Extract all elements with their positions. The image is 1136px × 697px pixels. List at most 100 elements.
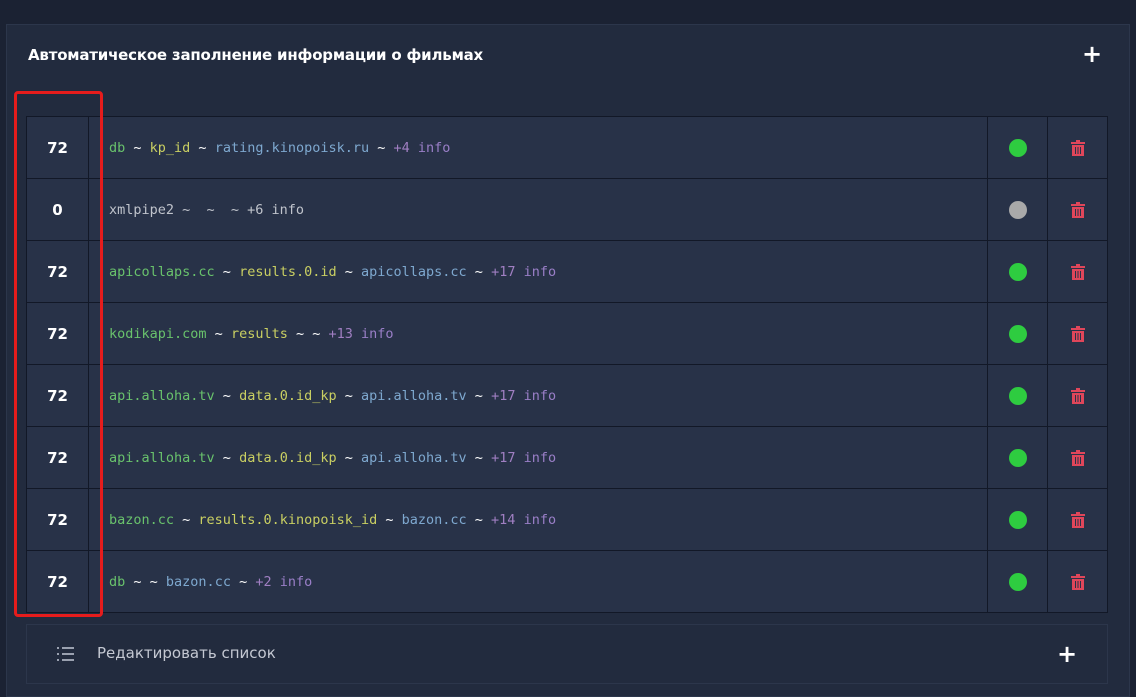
row-description-part: info	[352, 325, 394, 342]
delete-button[interactable]	[1047, 303, 1108, 364]
status-toggle[interactable]	[987, 427, 1048, 488]
trash-icon	[1071, 201, 1085, 218]
status-toggle[interactable]	[987, 303, 1048, 364]
row-description-part: ~	[125, 573, 150, 590]
status-dot-icon	[1009, 572, 1027, 591]
status-toggle[interactable]	[987, 241, 1048, 302]
table-row[interactable]: 72 apicollaps.cc ~ results.0.id ~ apicoll…	[26, 241, 1108, 303]
delete-button[interactable]	[1047, 551, 1108, 612]
row-description-part: +17	[491, 263, 516, 280]
status-dot-icon	[1009, 448, 1027, 467]
row-description-part: api.alloha.tv	[109, 449, 215, 466]
table-row[interactable]: 72 db ~ ~ bazon.cc ~ +2 info	[26, 551, 1108, 613]
trash-icon	[1071, 387, 1085, 404]
status-toggle[interactable]	[987, 179, 1048, 240]
row-description[interactable]: api.alloha.tv ~ data.0.id_kp ~ api.alloh…	[109, 427, 556, 488]
status-dot-icon	[1009, 510, 1027, 529]
status-dot-icon	[1009, 138, 1027, 157]
row-description-part: kodikapi.com	[109, 325, 207, 342]
edit-list-bar[interactable]: Редактировать список +	[26, 624, 1108, 684]
panel-title: Автоматическое заполнение информации о ф…	[28, 46, 484, 64]
delete-button[interactable]	[1047, 179, 1108, 240]
row-description-part: ~	[466, 387, 492, 404]
status-dot-icon	[1009, 200, 1027, 219]
row-description-part: db	[109, 573, 126, 590]
row-description[interactable]: xmlpipe2 ~ ~ ~ +6 info	[109, 179, 304, 240]
add-rule-button[interactable]: +	[1080, 42, 1104, 66]
row-description-part: ~	[174, 511, 199, 528]
row-description[interactable]: db ~ kp_id ~ rating.kinopoisk.ru ~ +4 in…	[109, 117, 450, 178]
row-description[interactable]: bazon.cc ~ results.0.kinopoisk_id ~ bazo…	[109, 489, 556, 550]
trash-icon	[1071, 449, 1085, 466]
row-description-part: ~	[336, 449, 361, 466]
row-count: 72	[27, 117, 89, 178]
row-description-part: info	[515, 511, 557, 528]
delete-button[interactable]	[1047, 365, 1108, 426]
row-description-part: ~	[336, 387, 361, 404]
status-toggle[interactable]	[987, 117, 1048, 178]
row-description-part: ~	[125, 139, 150, 156]
status-dot-icon	[1009, 262, 1027, 281]
table-row[interactable]: 72 api.alloha.tv ~ data.0.id_kp ~ api.all…	[26, 365, 1108, 427]
trash-icon	[1071, 139, 1085, 156]
row-description[interactable]: api.alloha.tv ~ data.0.id_kp ~ api.alloh…	[109, 365, 556, 426]
row-description-part: ~	[214, 387, 240, 404]
row-count: 0	[27, 179, 89, 240]
row-description-part: ~	[206, 325, 231, 342]
row-description-part: ~	[377, 511, 402, 528]
delete-button[interactable]	[1047, 489, 1108, 550]
edit-list-label[interactable]: Редактировать список	[97, 644, 276, 662]
status-toggle[interactable]	[987, 489, 1048, 550]
row-description-part: api.alloha.tv	[361, 449, 467, 466]
row-description-part: info	[271, 573, 313, 590]
row-description-part: +17	[491, 449, 516, 466]
row-description-part: +4	[393, 139, 410, 156]
add-list-button[interactable]: +	[1055, 642, 1079, 666]
row-description-part: ~	[312, 325, 329, 342]
row-description-part: ~	[230, 573, 256, 590]
row-count: 72	[27, 427, 89, 488]
table-row[interactable]: 72 db ~ kp_id ~ rating.kinopoisk.ru ~ +4 …	[26, 117, 1108, 179]
row-description-part: xmlpipe2 ~ ~ ~ +6 info	[109, 201, 305, 218]
row-description-part: api.alloha.tv	[109, 387, 215, 404]
row-description-part: +13	[328, 325, 353, 342]
table-row[interactable]: 72 kodikapi.com ~ results ~ ~ +13 info	[26, 303, 1108, 365]
status-toggle[interactable]	[987, 551, 1048, 612]
trash-icon	[1071, 573, 1085, 590]
delete-button[interactable]	[1047, 427, 1108, 488]
trash-icon	[1071, 325, 1085, 342]
row-description-part: bazon.cc	[165, 573, 231, 590]
row-description-part: data.0.id_kp	[239, 449, 337, 466]
row-description[interactable]: apicollaps.cc ~ results.0.id ~ apicollap…	[109, 241, 556, 302]
row-description-part: ~	[336, 263, 361, 280]
row-description-part: apicollaps.cc	[361, 263, 467, 280]
row-description-part: info	[409, 139, 451, 156]
row-description-part: bazon.cc	[109, 511, 175, 528]
status-dot-icon	[1009, 324, 1027, 343]
row-description-part: ~	[190, 139, 215, 156]
row-description-part: ~	[287, 325, 313, 342]
row-description-part: +17	[491, 387, 516, 404]
row-count: 72	[27, 365, 89, 426]
row-description-part: +14	[491, 511, 516, 528]
row-description-part: rating.kinopoisk.ru	[214, 139, 370, 156]
row-description-part: data.0.id_kp	[239, 387, 337, 404]
table-row[interactable]: 0 xmlpipe2 ~ ~ ~ +6 info	[26, 179, 1108, 241]
row-description-part: bazon.cc	[401, 511, 467, 528]
status-toggle[interactable]	[987, 365, 1048, 426]
table-row[interactable]: 72 bazon.cc ~ results.0.kinopoisk_id ~ ba…	[26, 489, 1108, 551]
row-description-part: ~	[214, 263, 240, 280]
row-count: 72	[27, 489, 89, 550]
row-description-part: results.0.kinopoisk_id	[198, 511, 378, 528]
delete-button[interactable]	[1047, 241, 1108, 302]
row-description-part: apicollaps.cc	[109, 263, 215, 280]
status-dot-icon	[1009, 386, 1027, 405]
delete-button[interactable]	[1047, 117, 1108, 178]
row-description-part: ~	[214, 449, 240, 466]
row-count: 72	[27, 303, 89, 364]
row-description[interactable]: db ~ ~ bazon.cc ~ +2 info	[109, 551, 312, 612]
table-row[interactable]: 72 api.alloha.tv ~ data.0.id_kp ~ api.all…	[26, 427, 1108, 489]
row-description-part: ~	[466, 511, 492, 528]
row-description[interactable]: kodikapi.com ~ results ~ ~ +13 info	[109, 303, 394, 364]
trash-icon	[1071, 511, 1085, 528]
